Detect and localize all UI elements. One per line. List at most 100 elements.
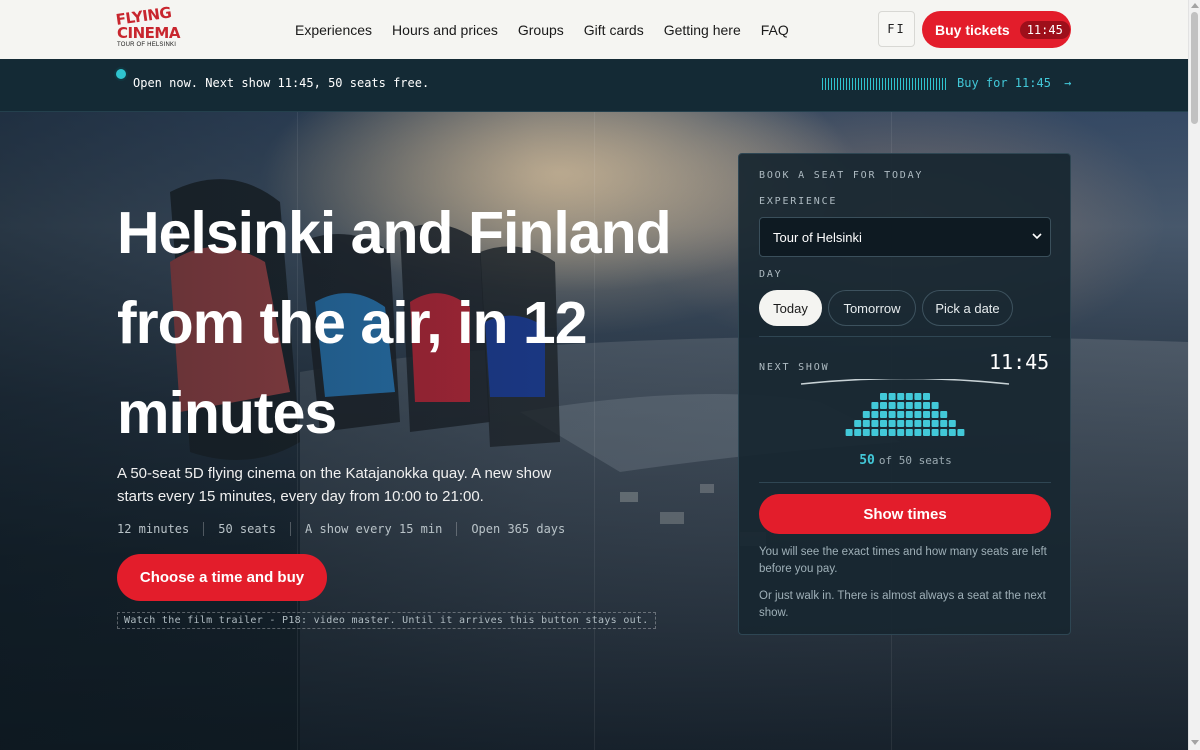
trailer-placeholder-note: Watch the film trailer - P18: video mast… <box>117 612 656 629</box>
arrow-right-icon: → <box>1064 76 1072 90</box>
fact-frequency: A show every 15 min <box>290 522 456 536</box>
seat-free <box>862 429 870 436</box>
seat-free <box>897 393 905 400</box>
seat-free <box>931 420 939 427</box>
booking-panel: BOOK A SEAT FOR TODAY EXPERIENCE Tour of… <box>738 153 1071 635</box>
seat-free <box>888 411 896 418</box>
seat-free <box>845 429 853 436</box>
seat-free <box>905 429 913 436</box>
fact-duration: 12 minutes <box>117 522 190 536</box>
seat-free <box>905 393 913 400</box>
seat-free <box>871 429 879 436</box>
seat-free <box>940 429 948 436</box>
buy-tickets-time-badge: 11:45 <box>1019 20 1070 39</box>
nav-link-getting-here[interactable]: Getting here <box>664 22 741 38</box>
show-times-button[interactable]: Show times <box>759 494 1051 534</box>
seat-free <box>862 420 870 427</box>
seat-free <box>897 420 905 427</box>
day-option-pick-date[interactable]: Pick a date <box>922 290 1013 326</box>
seat-free <box>923 429 930 436</box>
fact-seats: 50 seats <box>203 522 290 536</box>
logo[interactable]: FLYING CINEMA TOUR OF HELSINKI <box>115 3 181 51</box>
seat-free <box>888 429 896 436</box>
seat-free <box>914 402 922 409</box>
seat-free <box>940 411 948 418</box>
experience-label: EXPERIENCE <box>759 196 838 207</box>
choose-time-button[interactable]: Choose a time and buy <box>117 554 327 601</box>
seat-free <box>871 420 879 427</box>
scroll-down-icon[interactable] <box>1191 740 1199 745</box>
seat-free <box>923 420 930 427</box>
screen-arc <box>800 379 1010 385</box>
chevron-down-icon <box>1032 232 1042 243</box>
day-option-today[interactable]: Today <box>759 290 822 326</box>
seat-free <box>888 420 896 427</box>
seat-free <box>948 429 956 436</box>
scrollbar-thumb[interactable] <box>1191 12 1198 124</box>
nav-link-hours-prices[interactable]: Hours and prices <box>392 22 498 38</box>
seat-free <box>923 411 930 418</box>
day-option-tomorrow[interactable]: Tomorrow <box>828 290 916 326</box>
seat-free <box>940 420 948 427</box>
seat-free <box>931 429 939 436</box>
seat-free <box>862 411 870 418</box>
booking-note-price: You will see the exact times and how man… <box>759 546 1047 575</box>
seat-free <box>880 429 887 436</box>
barcode-graphic <box>822 78 948 90</box>
nav-link-groups[interactable]: Groups <box>518 22 564 38</box>
page-scrollbar[interactable] <box>1188 0 1200 750</box>
seat-availability: 50 of 50 seats <box>739 453 1072 468</box>
seat-free <box>871 411 879 418</box>
live-dot-icon <box>116 69 126 79</box>
top-nav: FLYING CINEMA TOUR OF HELSINKI Experienc… <box>0 0 1188 59</box>
seat-free <box>948 420 956 427</box>
seat-free <box>914 420 922 427</box>
seat-free <box>880 411 887 418</box>
buy-tickets-button[interactable]: Buy tickets 11:45 <box>922 11 1071 48</box>
seat-free <box>931 411 939 418</box>
main-nav: Experiences Hours and prices Groups Gift… <box>295 0 789 59</box>
buy-tickets-label: Buy tickets <box>935 21 1010 38</box>
nav-link-experiences[interactable]: Experiences <box>295 22 372 38</box>
panel-divider <box>759 336 1051 337</box>
nav-link-gift-cards[interactable]: Gift cards <box>584 22 644 38</box>
hero-description: A 50-seat 5D flying cinema on the Kataja… <box>117 465 552 505</box>
seat-map <box>800 379 1010 436</box>
seat-free <box>897 411 905 418</box>
seat-free <box>888 393 896 400</box>
hero-title: Helsinki and Finland from the air, in 12… <box>117 200 672 446</box>
seat-free <box>880 393 887 400</box>
next-show-label: NEXT SHOW <box>759 362 830 373</box>
seat-free <box>880 420 887 427</box>
seat-free <box>923 393 930 400</box>
next-show-time: 11:45 <box>989 350 1050 374</box>
seat-free <box>888 402 896 409</box>
booking-note-walk-in: Or just walk in. There is almost always … <box>759 590 1046 619</box>
experience-select[interactable]: Tour of Helsinki <box>759 217 1051 257</box>
panel-divider <box>759 482 1051 483</box>
hero-facts: 12 minutes 50 seats A show every 15 min … <box>117 522 579 536</box>
buy-next-show-link[interactable]: Buy for 11:45 → <box>957 76 1071 90</box>
seat-free <box>923 402 930 409</box>
seat-free <box>914 393 922 400</box>
seats-total-text: of 50 seats <box>878 454 952 467</box>
logo-line-2: CINEMA <box>117 24 180 42</box>
seat-free <box>897 429 905 436</box>
seat-free <box>880 402 887 409</box>
seat-free <box>871 402 879 409</box>
seat-free <box>914 411 922 418</box>
day-label: DAY <box>759 269 783 280</box>
buy-next-show-label: Buy for 11:45 <box>957 76 1051 90</box>
language-button[interactable]: FI <box>878 11 915 47</box>
logo-tagline: TOUR OF HELSINKI <box>117 42 177 48</box>
seat-free <box>957 429 965 436</box>
seat-free <box>905 402 913 409</box>
scroll-up-icon[interactable] <box>1191 3 1199 8</box>
status-text: Open now. Next show 11:45, 50 seats free… <box>133 76 430 90</box>
nav-link-faq[interactable]: FAQ <box>761 22 789 38</box>
seat-free <box>905 411 913 418</box>
seats-free-count: 50 <box>859 453 875 468</box>
seat-free <box>914 429 922 436</box>
experience-select-value: Tour of Helsinki <box>773 229 862 245</box>
seat-free <box>854 420 862 427</box>
